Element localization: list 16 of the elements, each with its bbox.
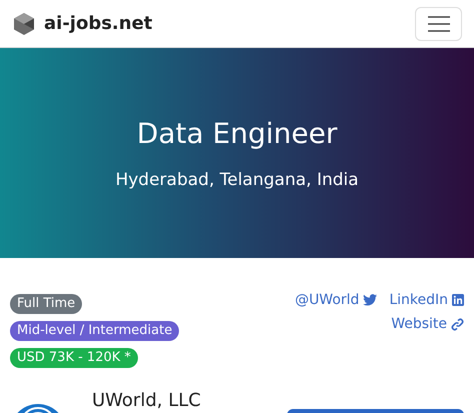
social-link[interactable]: Website [391,316,464,332]
job-title: Data Engineer [136,116,338,150]
tag: USD 73K - 120K * [10,348,138,368]
company-name: UWorld, LLC [92,390,201,411]
site-name[interactable]: ai-jobs.net [44,13,152,34]
social-link[interactable]: @UWorld [294,292,378,308]
link-icon [451,318,464,330]
linkedin-icon [452,294,464,306]
job-location: Hyderabad, Telangana, India [115,170,359,190]
menu-icon [428,16,450,32]
social-link[interactable]: LinkedIn [389,292,464,308]
bird-icon [363,294,378,306]
cube-logo-icon [12,12,36,36]
tag: Full Time [10,294,82,314]
menu-button[interactable] [415,6,462,40]
tag: Mid-level / Intermediate [10,321,180,341]
